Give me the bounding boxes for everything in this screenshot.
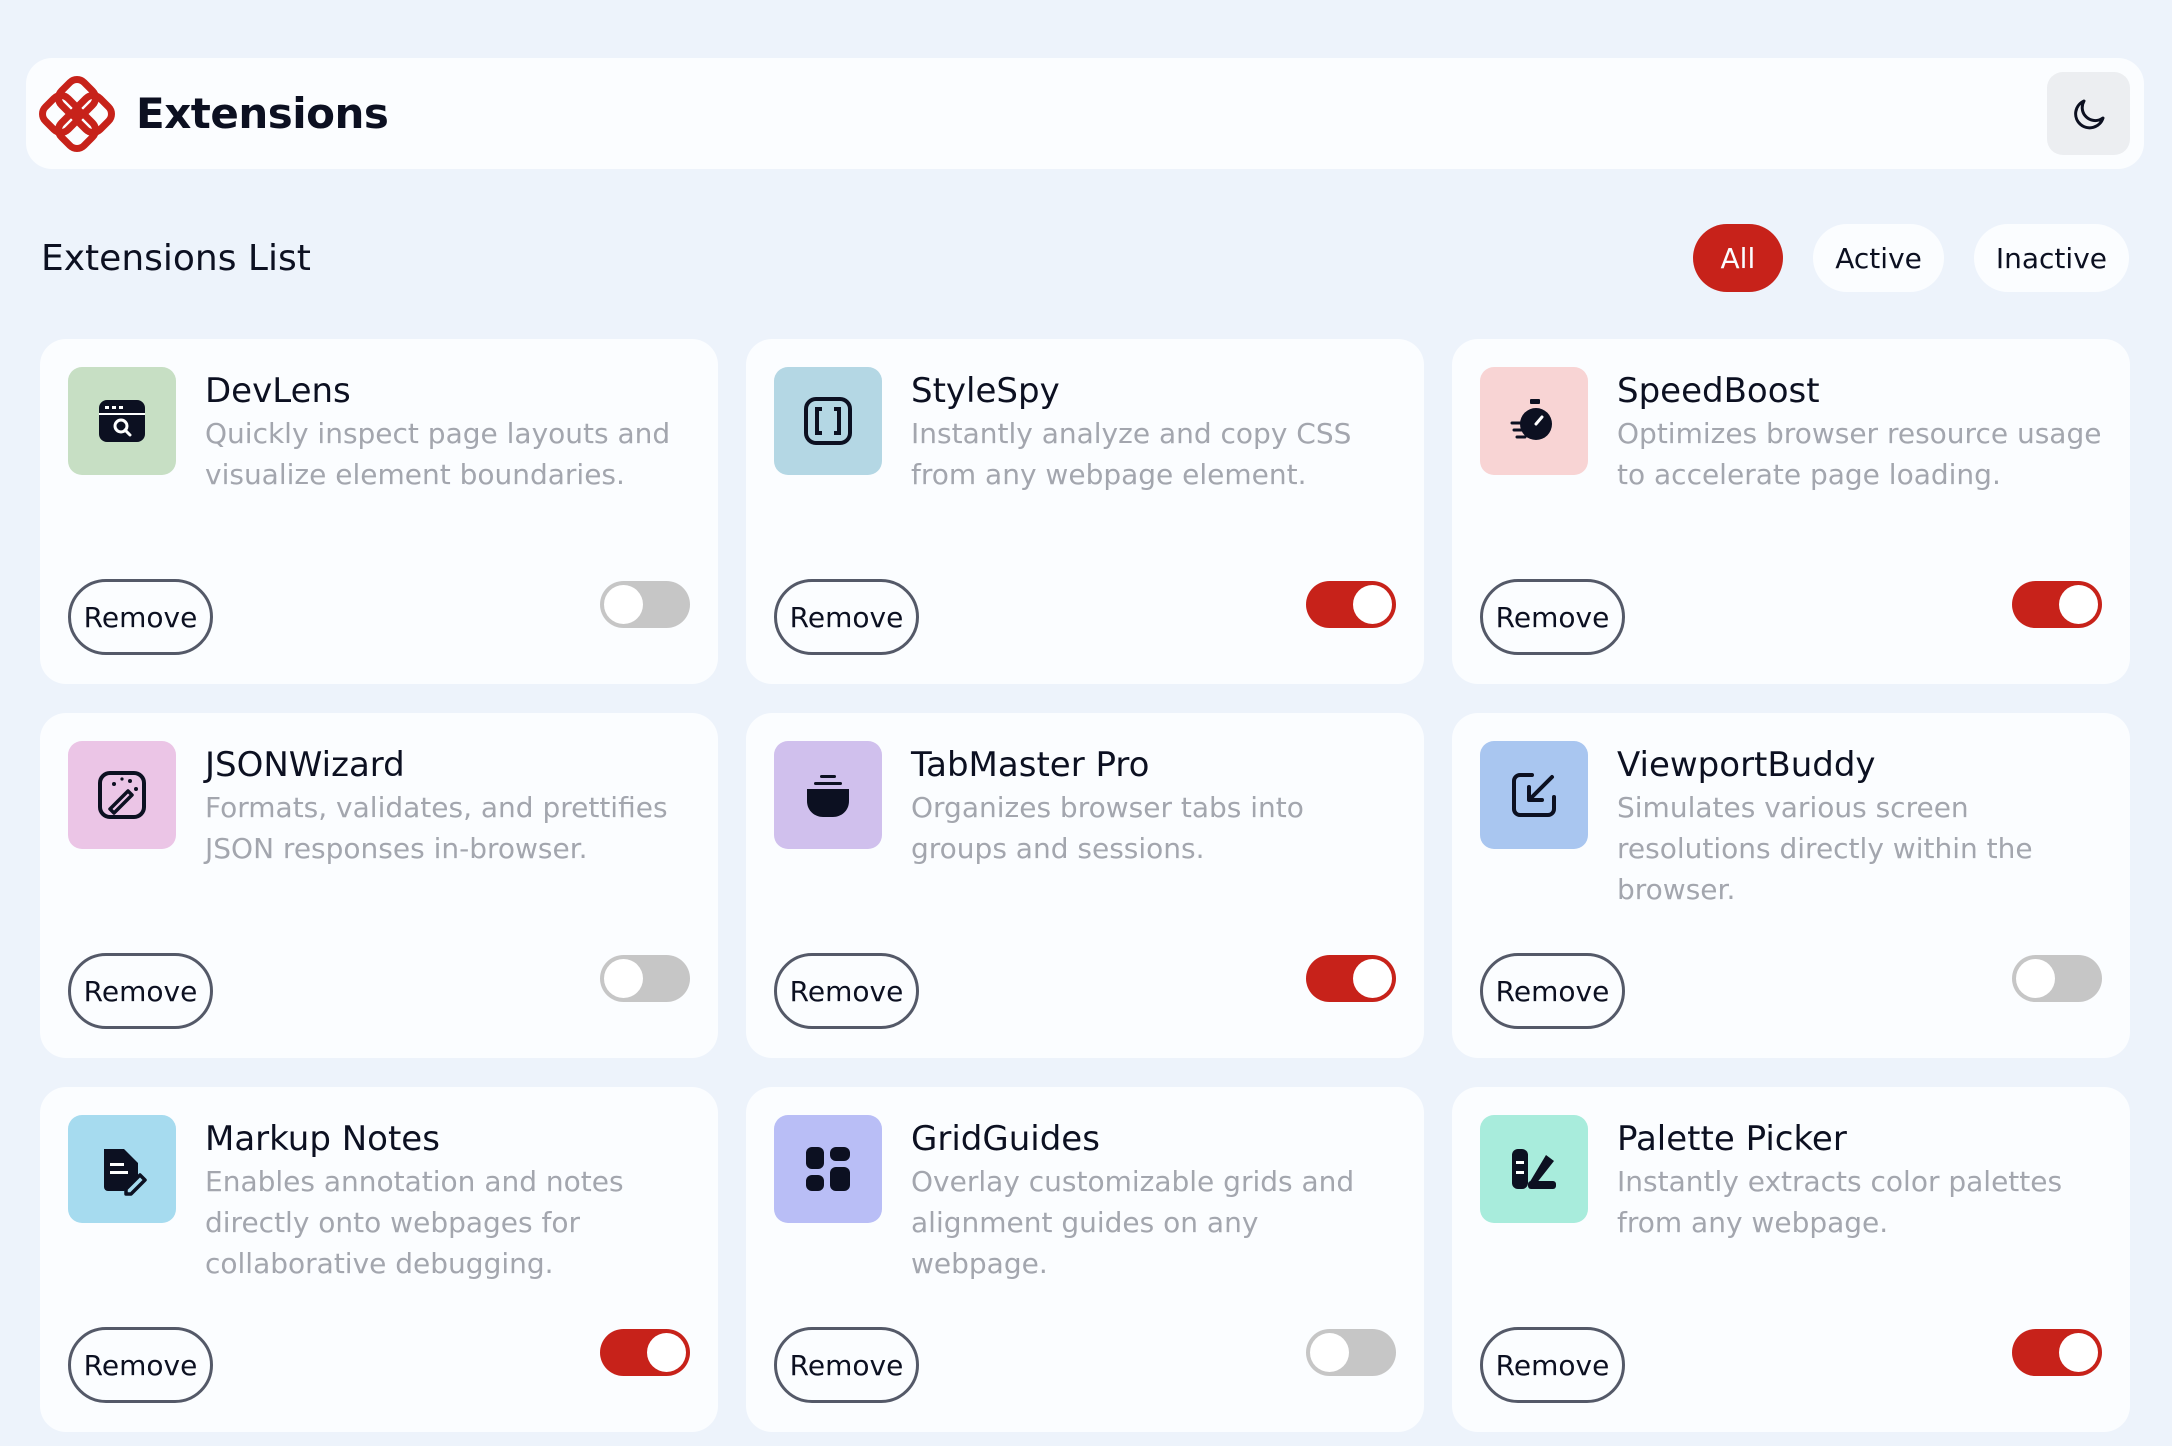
active-toggle[interactable] <box>1306 581 1396 628</box>
toggle-knob <box>2059 1333 2098 1372</box>
toggle-knob <box>1310 1333 1349 1372</box>
toggle-knob <box>604 585 643 624</box>
browser-search-icon <box>68 367 176 475</box>
remove-button[interactable]: Remove <box>68 953 213 1029</box>
active-toggle[interactable] <box>600 955 690 1002</box>
active-toggle[interactable] <box>1306 1329 1396 1376</box>
extension-description: Overlay customizable grids and alignment… <box>911 1165 1355 1280</box>
active-toggle[interactable] <box>2012 581 2102 628</box>
extension-description: Instantly analyze and copy CSS from any … <box>911 417 1352 491</box>
extension-card-stylespy: StyleSpy Instantly analyze and copy CSS … <box>746 339 1424 684</box>
remove-button[interactable]: Remove <box>68 579 213 655</box>
remove-button[interactable]: Remove <box>774 1327 919 1403</box>
app-header: Extensions <box>26 58 2144 169</box>
list-title: Extensions List <box>41 237 311 279</box>
extension-description: Organizes browser tabs into groups and s… <box>911 791 1304 865</box>
resize-arrow-icon <box>1480 741 1588 849</box>
theme-toggle-button[interactable] <box>2047 72 2130 155</box>
extension-description: Optimizes browser resource usage to acce… <box>1617 417 2102 491</box>
extensions-grid: DevLens Quickly inspect page layouts and… <box>40 339 2130 1432</box>
remove-button[interactable]: Remove <box>1480 953 1625 1029</box>
extension-name: JSONWizard <box>205 745 405 785</box>
extension-card-tabmaster-pro: TabMaster Pro Organizes browser tabs int… <box>746 713 1424 1058</box>
extension-name: Markup Notes <box>205 1119 440 1159</box>
active-toggle[interactable] <box>2012 1329 2102 1376</box>
active-toggle[interactable] <box>600 1329 690 1376</box>
palette-icon <box>1480 1115 1588 1223</box>
remove-button[interactable]: Remove <box>1480 1327 1625 1403</box>
extension-card-devlens: DevLens Quickly inspect page layouts and… <box>40 339 718 684</box>
wand-image-icon <box>68 741 176 849</box>
remove-button[interactable]: Remove <box>774 953 919 1029</box>
stack-icon <box>774 741 882 849</box>
toggle-knob <box>647 1333 686 1372</box>
remove-button[interactable]: Remove <box>774 579 919 655</box>
extension-name: GridGuides <box>911 1119 1100 1159</box>
stopwatch-icon <box>1480 367 1588 475</box>
app-title: Extensions <box>136 89 389 138</box>
filter-inactive-button[interactable]: Inactive <box>1973 224 2129 292</box>
extension-card-markup-notes: Markup Notes Enables annotation and note… <box>40 1087 718 1432</box>
moon-icon <box>2073 99 2104 129</box>
extension-name: TabMaster Pro <box>911 745 1150 785</box>
active-toggle[interactable] <box>600 581 690 628</box>
extension-card-viewportbuddy: ViewportBuddy Simulates various screen r… <box>1452 713 2130 1058</box>
remove-button[interactable]: Remove <box>1480 579 1625 655</box>
extension-name: Palette Picker <box>1617 1119 1847 1159</box>
remove-button[interactable]: Remove <box>68 1327 213 1403</box>
extension-card-speedboost: SpeedBoost Optimizes browser resource us… <box>1452 339 2130 684</box>
extensions-logo-icon <box>38 75 116 153</box>
filter-active-button[interactable]: Active <box>1813 224 1944 292</box>
extension-description: Formats, validates, and prettifies JSON … <box>205 791 668 865</box>
toggle-knob <box>1353 959 1392 998</box>
toggle-knob <box>604 959 643 998</box>
toggle-knob <box>1353 585 1392 624</box>
extension-description: Instantly extracts color palettes from a… <box>1617 1165 2063 1239</box>
extension-description: Simulates various screen resolutions dir… <box>1617 791 2033 906</box>
extension-card-jsonwizard: JSONWizard Formats, validates, and prett… <box>40 713 718 1058</box>
note-pen-icon <box>68 1115 176 1223</box>
filter-group: All Active Inactive <box>1692 224 2129 292</box>
toggle-knob <box>2059 585 2098 624</box>
active-toggle[interactable] <box>1306 955 1396 1002</box>
extension-name: StyleSpy <box>911 371 1060 411</box>
list-header: Extensions List All Active Inactive <box>41 222 2129 294</box>
extension-name: ViewportBuddy <box>1617 745 1876 785</box>
toggle-knob <box>2016 959 2055 998</box>
active-toggle[interactable] <box>2012 955 2102 1002</box>
extension-name: DevLens <box>205 371 351 411</box>
extension-card-palette-picker: Palette Picker Instantly extracts color … <box>1452 1087 2130 1432</box>
grid-blocks-icon <box>774 1115 882 1223</box>
brackets-icon <box>774 367 882 475</box>
extension-description: Quickly inspect page layouts and visuali… <box>205 417 671 491</box>
filter-all-button[interactable]: All <box>1692 224 1784 292</box>
extension-name: SpeedBoost <box>1617 371 1820 411</box>
extension-description: Enables annotation and notes directly on… <box>205 1165 624 1280</box>
extension-card-gridguides: GridGuides Overlay customizable grids an… <box>746 1087 1424 1432</box>
